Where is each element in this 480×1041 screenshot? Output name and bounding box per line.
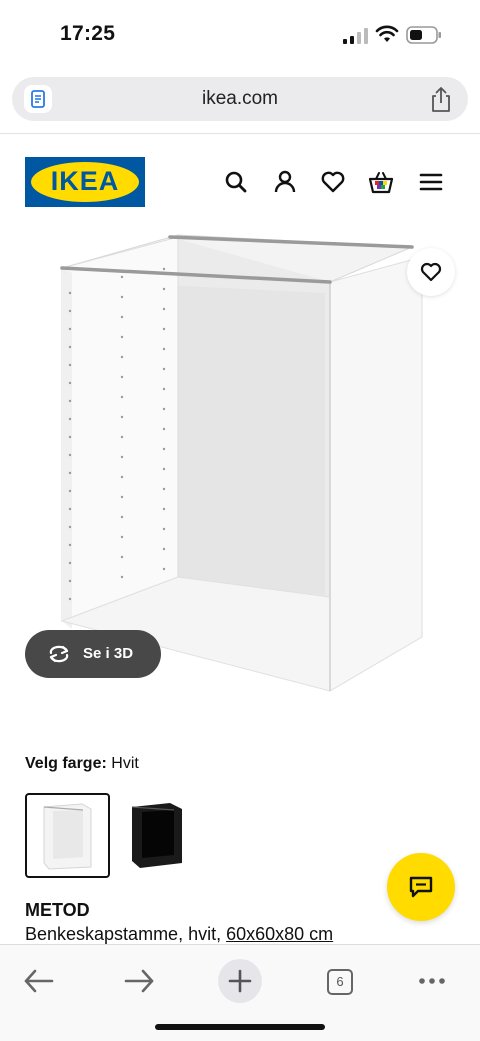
heart-icon — [420, 262, 442, 282]
more-button[interactable] — [410, 959, 454, 1003]
status-bar: 17:25 — [0, 0, 480, 70]
back-arrow-icon — [24, 969, 54, 993]
forward-button[interactable] — [118, 959, 162, 1003]
ikea-logo[interactable]: IKEA — [25, 157, 145, 207]
menu-icon[interactable] — [417, 168, 445, 196]
tabs-button[interactable]: 6 — [316, 959, 360, 1003]
product-description-text: Benkeskapstamme, hvit, — [25, 924, 227, 944]
chat-icon — [409, 876, 433, 898]
product-size-link[interactable]: 60x60x80 cm — [226, 924, 333, 944]
logo-text: IKEA — [50, 166, 120, 196]
new-tab-button[interactable] — [218, 959, 262, 1003]
cellular-signal-icon — [343, 28, 368, 44]
view-in-3d-button[interactable]: Se i 3D — [25, 630, 161, 678]
chat-button[interactable] — [387, 853, 455, 921]
divider — [0, 133, 480, 134]
rotate-3d-icon — [49, 645, 69, 663]
favourite-button[interactable] — [407, 248, 455, 296]
search-icon[interactable] — [222, 168, 250, 196]
heart-icon[interactable] — [319, 168, 347, 196]
forward-arrow-icon — [124, 969, 154, 993]
home-indicator[interactable] — [155, 1024, 325, 1030]
basket-icon[interactable] — [367, 168, 395, 196]
more-dots-icon — [419, 978, 445, 984]
color-value: Hvit — [111, 755, 139, 772]
status-time: 17:25 — [60, 22, 116, 45]
wifi-icon — [375, 25, 399, 42]
back-button[interactable] — [16, 959, 60, 1003]
user-icon[interactable] — [271, 168, 299, 196]
color-swatch-black[interactable] — [120, 793, 205, 878]
product-name: METOD — [25, 900, 90, 920]
view-in-3d-label: Se i 3D — [83, 645, 134, 662]
product-description: Benkeskapstamme, hvit, 60x60x80 cm — [25, 924, 333, 945]
battery-icon — [406, 26, 441, 44]
color-swatch-white[interactable] — [25, 793, 110, 878]
color-label: Velg farge: — [25, 755, 107, 772]
plus-icon — [228, 969, 252, 993]
color-selector-heading: Velg farge: Hvit — [25, 755, 139, 773]
share-icon[interactable] — [428, 85, 454, 113]
address-bar[interactable]: ikea.com — [12, 77, 468, 121]
url-text[interactable]: ikea.com — [12, 88, 468, 110]
tab-count: 6 — [327, 969, 353, 995]
